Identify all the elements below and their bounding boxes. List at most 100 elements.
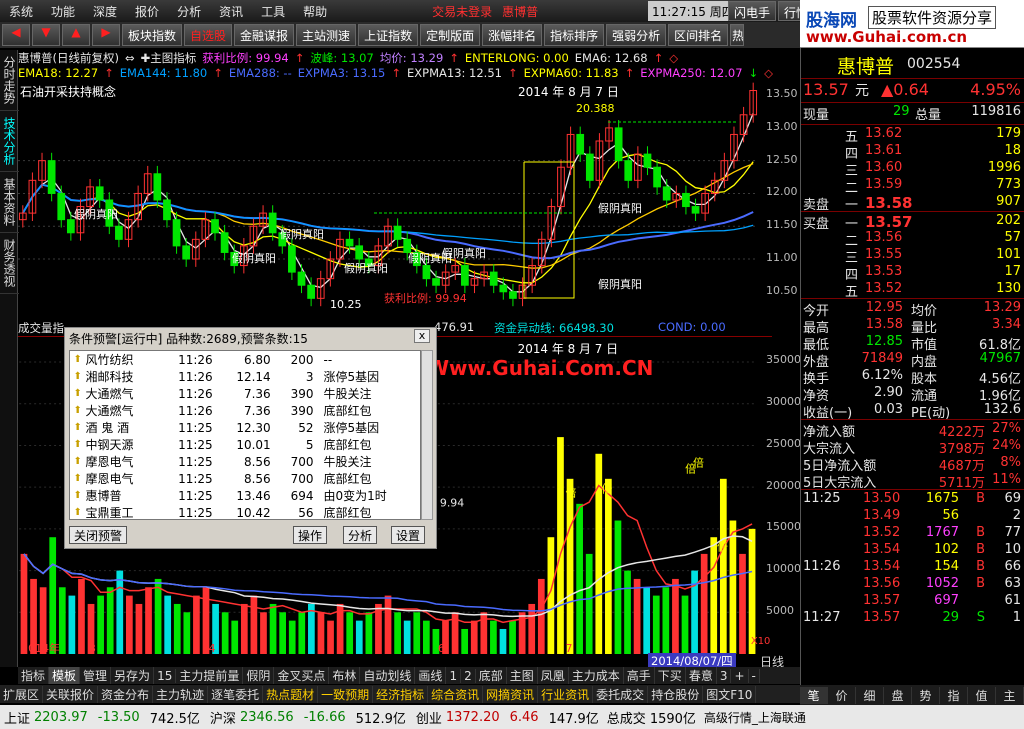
menu-news[interactable]: 资讯	[210, 3, 252, 20]
candle[interactable]	[682, 185, 690, 215]
flash-trade-button[interactable]: 闪电手	[728, 1, 777, 21]
candle[interactable]	[547, 198, 556, 248]
function-tab[interactable]: 热点题材	[263, 685, 319, 703]
tab-basic-info[interactable]: 基本资料	[0, 172, 19, 233]
sh-index-button[interactable]: 上证指数	[358, 24, 419, 46]
speedtest-button[interactable]: 主站测速	[296, 24, 357, 46]
candle[interactable]	[499, 277, 508, 300]
candle[interactable]	[701, 185, 710, 221]
volume-bar[interactable]	[566, 478, 574, 654]
volume-bar[interactable]	[633, 578, 641, 654]
volume-bar[interactable]	[135, 603, 143, 654]
indicator-sort-button[interactable]: 指标排序	[544, 24, 605, 46]
up-arrow-button[interactable]: ▲	[62, 24, 90, 46]
alert-row[interactable]: ⬆ 宝鼎重工 11:25 10.42 56 底部红包	[70, 504, 420, 520]
alert-row[interactable]: ⬆ 大通燃气 11:26 7.36 390 底部红包	[70, 402, 420, 419]
cy-label[interactable]: 创业	[416, 708, 442, 727]
volume-bar[interactable]	[624, 570, 631, 654]
settings-button[interactable]: 设置	[391, 526, 426, 544]
volume-bar[interactable]	[585, 553, 593, 654]
custom-layout-button[interactable]: 定制版面	[420, 24, 481, 46]
volume-bar[interactable]	[365, 612, 373, 654]
candle[interactable]	[489, 264, 498, 294]
volume-bar[interactable]	[643, 587, 651, 654]
volume-bar[interactable]	[681, 595, 689, 654]
indicator-tab[interactable]: 底部	[476, 667, 507, 684]
volume-bar[interactable]	[145, 587, 152, 654]
volume-bar[interactable]	[116, 570, 124, 654]
candle[interactable]	[605, 120, 613, 149]
function-tab[interactable]: 图文F10	[703, 685, 757, 703]
down-arrow-button[interactable]: ▼	[32, 24, 60, 46]
volume-bar[interactable]	[413, 612, 421, 654]
volume-bar[interactable]	[260, 612, 267, 654]
indicator-tab[interactable]: 主力成本	[569, 667, 624, 684]
alert-row[interactable]: ⬆ 大通燃气 11:26 7.36 390 牛股关注	[70, 385, 420, 402]
candle[interactable]	[28, 172, 37, 221]
alert-row[interactable]: ⬆ 惠博普 11:25 13.46 694 由0变为1时	[70, 487, 420, 504]
indicator-tab[interactable]: 1	[446, 668, 462, 683]
volume-bar[interactable]	[78, 578, 85, 654]
indicator-tab[interactable]: -	[749, 668, 760, 683]
volume-bar[interactable]	[49, 537, 57, 654]
volume-bar[interactable]	[490, 620, 497, 654]
hs-label[interactable]: 沪深	[210, 708, 236, 727]
volume-bar[interactable]	[384, 595, 392, 654]
operate-button[interactable]: 操作	[293, 526, 328, 544]
candle[interactable]	[509, 283, 517, 307]
candle[interactable]	[653, 159, 661, 195]
indicator-tab[interactable]: 2	[461, 668, 476, 683]
menu-analysis[interactable]: 分析	[168, 3, 210, 20]
volume-bar[interactable]	[279, 612, 286, 654]
indicator-tab[interactable]: 指标	[18, 667, 50, 684]
candle[interactable]	[585, 146, 594, 189]
close-icon[interactable]: x	[414, 329, 430, 343]
candle[interactable]	[115, 218, 123, 248]
tab-technical[interactable]: 技术分析	[0, 111, 19, 172]
volume-bar[interactable]	[537, 578, 545, 654]
next-arrow-button[interactable]: ▶	[92, 24, 120, 46]
function-tab[interactable]: 逐笔委托	[208, 685, 264, 703]
indicator-tab[interactable]: 春意	[686, 667, 717, 684]
function-tab[interactable]: 委托成交	[593, 685, 649, 703]
volume-bar[interactable]	[20, 553, 28, 654]
menu-tools[interactable]: 工具	[252, 3, 294, 20]
volume-bar[interactable]	[461, 628, 469, 654]
volume-bar[interactable]	[126, 595, 133, 654]
menu-depth[interactable]: 深度	[84, 3, 126, 20]
function-tab[interactable]: 资金分布	[98, 685, 154, 703]
volume-bar[interactable]	[327, 620, 334, 654]
volume-bar[interactable]	[662, 587, 670, 654]
alert-row[interactable]: ⬆ 中钢天源 11:25 10.01 5 底部红包	[70, 436, 420, 453]
volume-bar[interactable]	[355, 620, 363, 654]
scrollbar[interactable]	[421, 350, 433, 520]
quote-tab[interactable]: 值	[968, 686, 996, 704]
candle[interactable]	[749, 82, 758, 123]
volume-bar[interactable]	[97, 595, 104, 654]
quote-button[interactable]: 行情	[778, 1, 802, 21]
volume-bar[interactable]	[729, 520, 737, 654]
volume-bar[interactable]	[652, 595, 660, 654]
volume-bar[interactable]	[231, 620, 239, 654]
candle[interactable]	[672, 185, 681, 208]
menu-help[interactable]: 帮助	[294, 3, 336, 20]
candle[interactable]	[211, 211, 219, 241]
candle[interactable]	[643, 146, 652, 176]
candlestick-chart[interactable]: 石油开采扶持概念 2014 年 8 月 7 日 20.388 10.25 获利比例: 9…	[18, 82, 772, 318]
candle[interactable]	[634, 146, 642, 189]
candle[interactable]	[153, 165, 162, 208]
indicator-tab[interactable]: 金叉买点	[274, 667, 330, 684]
function-tab[interactable]: 主力轨迹	[153, 685, 209, 703]
candle[interactable]	[259, 205, 267, 235]
watchlist-button[interactable]: 自选股	[184, 24, 233, 46]
volume-bar[interactable]	[298, 612, 306, 654]
quote-tab[interactable]: 价	[828, 686, 856, 704]
volume-bar[interactable]	[288, 620, 296, 654]
volume-bar[interactable]	[240, 603, 248, 654]
indicator-tab[interactable]: 模板	[49, 667, 81, 684]
volume-bar[interactable]	[719, 478, 727, 654]
volume-bar[interactable]	[269, 603, 277, 654]
sector-index-button[interactable]: 板块指数	[122, 24, 183, 46]
indicator-tab[interactable]: 15	[154, 668, 177, 683]
menu-quote[interactable]: 报价	[126, 3, 168, 20]
